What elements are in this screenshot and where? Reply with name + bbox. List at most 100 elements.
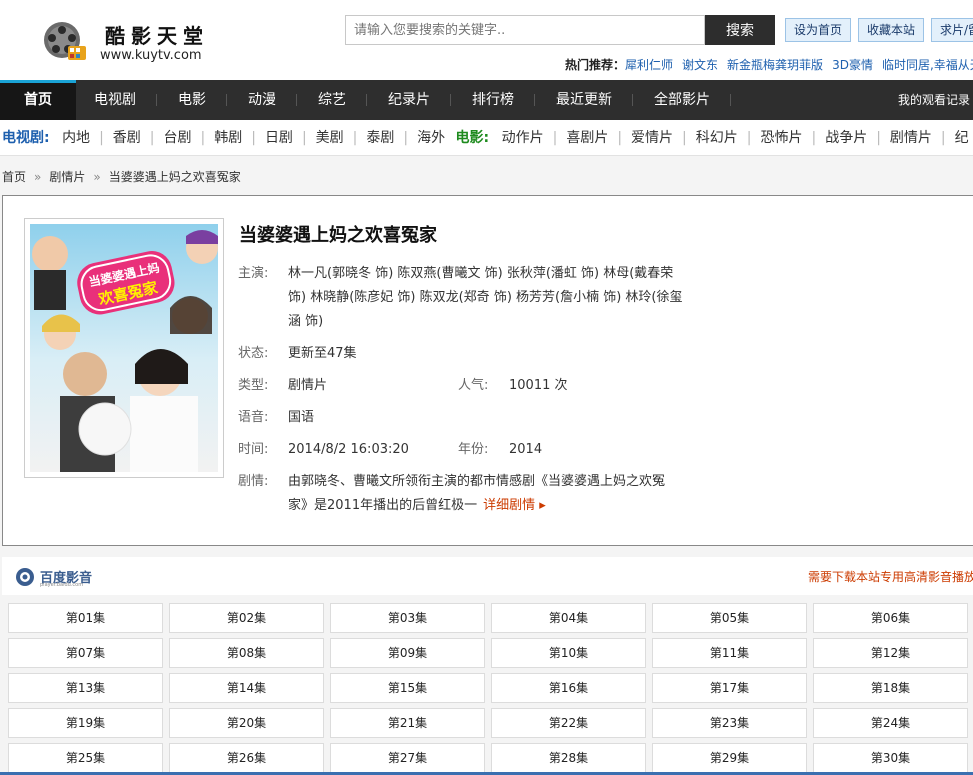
hot-item[interactable]: 犀利仁师 [625,58,673,72]
episode-button[interactable]: 第07集 [8,638,163,668]
category-subnav: 电视剧: 内地 | 香剧 | 台剧 | 韩剧 | 日剧 | 美剧 | 泰剧 | 海外 电影: 动作片 | 喜剧片… [0,120,973,156]
tv-category-item[interactable]: 日剧 [265,130,293,146]
movie-category-item[interactable]: 纪 [955,130,969,146]
watch-history-link[interactable]: 我的观看记录 [898,80,970,120]
movie-category-item[interactable]: 动作片 [502,130,544,146]
episode-button[interactable]: 第08集 [169,638,324,668]
episode-button[interactable]: 第18集 [813,673,968,703]
episode-button[interactable]: 第17集 [652,673,807,703]
nav-movie[interactable]: 电影 [178,80,206,120]
breadcrumb-category[interactable]: 剧情片 [49,170,85,184]
tv-category-item[interactable]: 内地 [62,130,90,146]
download-player-notice[interactable]: 需要下载本站专用高清影音播放 [808,568,973,585]
tv-category-item[interactable]: 海外 [417,130,445,146]
movie-category-item[interactable]: 恐怖片 [760,130,802,146]
episode-button[interactable]: 第09集 [330,638,485,668]
episode-button[interactable]: 第25集 [8,743,163,773]
movie-poster[interactable]: 当婆婆遇上妈 欢喜冤家 [24,218,224,478]
search-button[interactable]: 搜索 [705,15,775,45]
divider: | [746,130,752,146]
movie-category-label: 电影: [455,130,490,146]
episode-button[interactable]: 第05集 [652,603,807,633]
episode-button[interactable]: 第16集 [491,673,646,703]
tv-category-item[interactable]: 泰剧 [366,130,394,146]
movie-category-item[interactable]: 剧情片 [890,130,932,146]
divider: | [811,130,817,146]
breadcrumb-separator: » [93,170,101,184]
episode-button[interactable]: 第01集 [8,603,163,633]
tv-category-item[interactable]: 香剧 [113,130,141,146]
episode-button[interactable]: 第29集 [652,743,807,773]
episode-button[interactable]: 第11集 [652,638,807,668]
episode-button[interactable]: 第12集 [813,638,968,668]
logo-title: 酷影天堂 [105,24,209,48]
nav-all[interactable]: 全部影片 [654,80,710,120]
breadcrumb-current: 当婆婆遇上妈之欢喜冤家 [108,170,241,184]
movie-title: 当婆婆遇上妈之欢喜冤家 [239,225,437,246]
main-nav: 首页 电视剧 电影 动漫 综艺 纪录片 排行榜 最近更新 全部影片 我的观看记录 [0,80,973,120]
nav-home[interactable]: 首页 [0,80,76,120]
episode-button[interactable]: 第26集 [169,743,324,773]
episode-button[interactable]: 第30集 [813,743,968,773]
episode-button[interactable]: 第28集 [491,743,646,773]
tv-category-label: 电视剧: [2,130,50,146]
episode-button[interactable]: 第22集 [491,708,646,738]
hot-item[interactable]: 临时同居,幸福从天 [882,58,973,72]
plot-more-link[interactable]: 详细剧情 ▸ [483,498,546,513]
year-value: 2014 [509,442,543,457]
search-input[interactable] [346,16,704,44]
hot-item[interactable]: 新金瓶梅龚玥菲版 [727,58,823,72]
plot-label: 剧情: [238,474,269,489]
year-label: 年份: [458,442,489,457]
episode-button[interactable]: 第06集 [813,603,968,633]
hot-item[interactable]: 3D豪情 [832,58,873,72]
tv-category-item[interactable]: 美剧 [316,130,344,146]
nav-tv[interactable]: 电视剧 [94,80,136,120]
episode-button[interactable]: 第15集 [330,673,485,703]
episode-button[interactable]: 第19集 [8,708,163,738]
tv-category-item[interactable]: 韩剧 [214,130,242,146]
baidu-player-subtext: player.baidu.com [40,582,84,588]
episode-button[interactable]: 第04集 [491,603,646,633]
episode-button[interactable]: 第20集 [169,708,324,738]
genre-value: 剧情片 [288,378,328,393]
nav-documentary[interactable]: 纪录片 [388,80,430,120]
episode-button[interactable]: 第24集 [813,708,968,738]
set-homepage-link[interactable]: 设为首页 [785,18,852,42]
divider: | [301,130,307,146]
divider: | [876,130,881,146]
movie-category-item[interactable]: 喜剧片 [566,130,608,146]
episode-button[interactable]: 第13集 [8,673,163,703]
movie-category-item[interactable]: 科幻片 [696,130,738,146]
nav-separator [534,94,535,106]
divider: | [940,130,946,146]
episode-button[interactable]: 第03集 [330,603,485,633]
episode-button[interactable]: 第14集 [169,673,324,703]
episode-button[interactable]: 第23集 [652,708,807,738]
time-value: 2014/8/2 16:03:20 [288,442,409,457]
request-movie-link[interactable]: 求片/留 [931,18,973,42]
site-logo[interactable]: 酷影天堂 www.kuytv.com [40,18,220,68]
nav-separator [156,94,157,106]
nav-variety[interactable]: 综艺 [318,80,346,120]
episode-button[interactable]: 第02集 [169,603,324,633]
player-source-header: 百度影音 player.baidu.com 需要下载本站专用高清影音播放 [2,557,973,595]
hot-item[interactable]: 谢文东 [682,58,718,72]
movie-category-item[interactable]: 爱情片 [631,130,673,146]
divider: | [99,130,104,146]
nav-recent[interactable]: 最近更新 [556,80,612,120]
popularity-value: 10011 次 [509,378,568,393]
tv-category-item[interactable]: 台剧 [164,130,192,146]
episode-button[interactable]: 第10集 [491,638,646,668]
nav-anime[interactable]: 动漫 [248,80,276,120]
language-label: 语音: [238,410,269,425]
movie-category-item[interactable]: 战争片 [825,130,867,146]
breadcrumb-home[interactable]: 首页 [2,170,26,184]
bookmark-site-link[interactable]: 收藏本站 [858,18,925,42]
time-label: 时间: [238,442,269,457]
nav-ranking[interactable]: 排行榜 [472,80,514,120]
search-box [345,15,705,45]
episode-button[interactable]: 第27集 [330,743,485,773]
episode-button[interactable]: 第21集 [330,708,485,738]
status-label: 状态: [238,346,269,361]
